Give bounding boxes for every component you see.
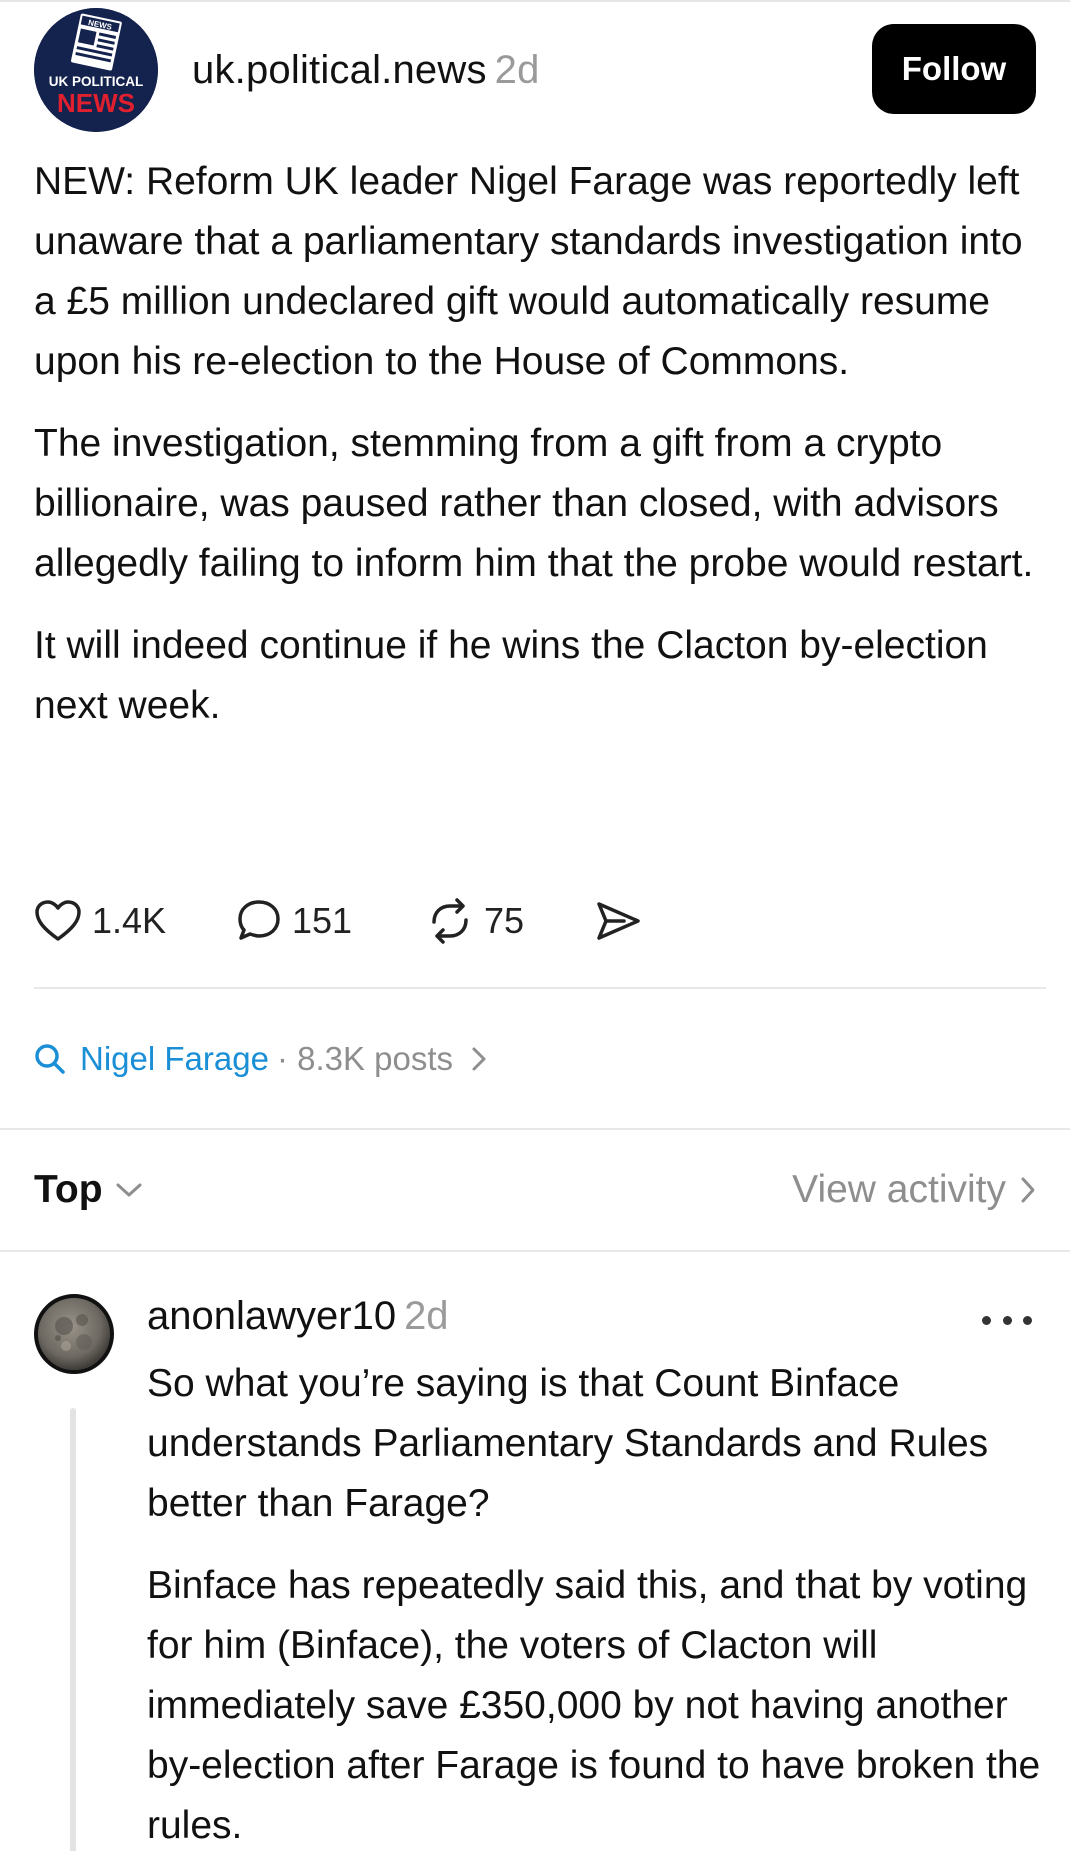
replies-sort-bar: Top View activity (34, 1160, 1036, 1220)
repost-icon (432, 898, 468, 944)
thread-line (70, 1408, 76, 1851)
post-author: uk.political.news 2d (192, 48, 540, 93)
reply-author: anonlawyer10 2d (147, 1294, 449, 1339)
more-icon (982, 1315, 991, 1325)
view-activity-label: View activity (792, 1168, 1006, 1211)
logo-text-uk-political: UK POLITICAL (49, 74, 144, 89)
sort-dropdown[interactable]: Top (34, 1160, 143, 1220)
reply-avatar[interactable] (34, 1294, 114, 1374)
comment-button[interactable]: 151 (236, 890, 352, 952)
comment-count: 151 (292, 900, 353, 941)
more-icon (1002, 1315, 1012, 1325)
share-icon (597, 902, 640, 940)
section-divider (34, 987, 1046, 989)
post-paragraph: The investigation, stemming from a gift … (34, 422, 1034, 585)
topic-name: Nigel Farage (80, 1040, 269, 1077)
post-paragraph: It will indeed continue if he wins the C… (34, 624, 988, 727)
more-options-button[interactable] (982, 1300, 1032, 1340)
reply-paragraph: Binface has repeatedly said this, and th… (147, 1564, 1041, 1847)
share-button[interactable] (594, 890, 642, 952)
topic-link[interactable]: Nigel Farage · 8.3K posts (34, 1036, 487, 1082)
like-count: 1.4K (92, 900, 167, 941)
post-timestamp: 2d (494, 48, 540, 92)
reply-username[interactable]: anonlawyer10 (147, 1294, 396, 1338)
section-divider (0, 1250, 1070, 1252)
more-icon (1023, 1315, 1032, 1325)
heart-icon (35, 900, 81, 941)
reply-timestamp: 2d (404, 1294, 449, 1338)
reply-body: So what you’re saying is that Count Binf… (147, 1354, 1047, 1851)
post-username[interactable]: uk.political.news (192, 48, 487, 92)
search-icon (35, 1044, 65, 1074)
news-logo-icon: NEWS UK POLITICAL NEWS (34, 8, 158, 132)
sort-label: Top (34, 1168, 103, 1211)
reply-paragraph: So what you’re saying is that Count Binf… (147, 1362, 989, 1525)
topic-post-count: · 8.3K posts (276, 1040, 454, 1077)
chevron-right-icon (472, 1047, 486, 1071)
like-button[interactable]: 1.4K (34, 890, 166, 952)
view-activity-link[interactable]: View activity (792, 1160, 1036, 1220)
post-paragraph: NEW: Reform UK leader Nigel Farage was r… (34, 160, 1023, 383)
logo-text-news: NEWS (57, 88, 135, 118)
section-divider (0, 1128, 1070, 1130)
repost-count: 75 (484, 900, 525, 941)
post-body: NEW: Reform UK leader Nigel Farage was r… (34, 152, 1044, 758)
comment-icon (238, 900, 280, 940)
post-header: NEWS UK POLITICAL NEWS uk.political.news… (34, 8, 1036, 132)
follow-button[interactable]: Follow (872, 24, 1036, 114)
top-divider (0, 0, 1070, 2)
post-actions: 1.4K 151 75 (34, 890, 734, 952)
moon-avatar-icon (38, 1298, 110, 1370)
repost-button[interactable]: 75 (426, 890, 524, 952)
uk-political-news-avatar[interactable]: NEWS UK POLITICAL NEWS (34, 8, 158, 132)
chevron-down-icon (116, 1183, 142, 1197)
chevron-right-icon (1021, 1177, 1035, 1203)
